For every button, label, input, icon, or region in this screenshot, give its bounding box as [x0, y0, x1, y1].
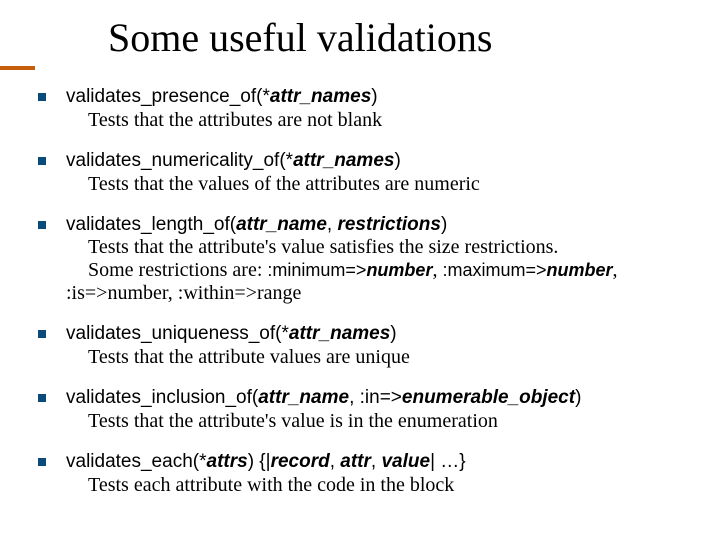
list-item: validates_inclusion_of(attr_name, :in=>e… [38, 387, 700, 433]
fn-name: validates_presence_of [66, 86, 256, 107]
validation-desc: Tests that the attribute's value satisfi… [88, 236, 700, 259]
sep: , [168, 282, 178, 304]
list-item: validates_numericality_of(*attr_names) T… [38, 150, 700, 196]
fn-name: validates_inclusion_of [66, 387, 252, 408]
block-arg: value [381, 451, 430, 472]
bullet-icon [38, 93, 46, 101]
args-close: ) [441, 214, 447, 235]
validation-desc-line2: Some restrictions are: :minimum=>number,… [88, 259, 700, 282]
page-title: Some useful validations [108, 14, 492, 61]
text: Some restrictions are: [88, 259, 267, 281]
args-close: ) [390, 323, 396, 344]
list-item: validates_uniqueness_of(*attr_names) Tes… [38, 323, 700, 369]
args-open: (* [275, 323, 289, 344]
arg: attr_names [289, 323, 390, 344]
validation-desc: Tests that the attribute's value is in t… [88, 410, 700, 433]
value: number [546, 260, 612, 280]
sep: , [432, 259, 442, 281]
keyword: :is=> [66, 282, 107, 304]
arg: restrictions [337, 214, 440, 235]
fn-name: validates_numericality_of [66, 150, 279, 171]
args-open: (* [279, 150, 293, 171]
keyword: :within=> [178, 282, 257, 304]
block-arg: attr [340, 451, 371, 472]
validation-heading: validates_presence_of(*attr_names) [66, 86, 700, 109]
validation-heading: validates_each(*attrs) {|record, attr, v… [66, 451, 700, 474]
validation-desc: Tests that the attribute values are uniq… [88, 346, 700, 369]
validation-desc: Tests each attribute with the code in th… [88, 474, 700, 497]
keyword: :maximum=> [442, 260, 546, 280]
bullet-icon [38, 330, 46, 338]
fn-name: validates_length_of [66, 214, 230, 235]
content-list: validates_presence_of(*attr_names) Tests… [38, 86, 700, 515]
args-close: ) {| [248, 451, 271, 472]
arg: attr_name [236, 214, 327, 235]
keyword: :minimum=> [267, 260, 366, 280]
sep: , [330, 451, 341, 472]
keyword: :in=> [360, 387, 402, 408]
sep: , [349, 387, 360, 408]
list-item: validates_each(*attrs) {|record, attr, v… [38, 451, 700, 497]
bullet-icon [38, 394, 46, 402]
list-item: validates_presence_of(*attr_names) Tests… [38, 86, 700, 132]
arg: attr_name [258, 387, 349, 408]
bullet-icon [38, 157, 46, 165]
args-open: (* [193, 451, 207, 472]
validation-desc-line3: :is=>number, :within=>range [66, 282, 700, 305]
args-close: ) [575, 387, 581, 408]
validation-desc: Tests that the attributes are not blank [88, 109, 700, 132]
arg: attr_names [270, 86, 371, 107]
fn-name: validates_each [66, 451, 193, 472]
arg: attr_names [293, 150, 394, 171]
block-close: | …} [430, 451, 466, 472]
arg: enumerable_object [402, 387, 575, 408]
validation-heading: validates_numericality_of(*attr_names) [66, 150, 700, 173]
sep: , [371, 451, 382, 472]
accent-line [0, 66, 35, 70]
args-open: (* [256, 86, 270, 107]
fn-name: validates_uniqueness_of [66, 323, 275, 344]
arg: attrs [207, 451, 248, 472]
validation-heading: validates_inclusion_of(attr_name, :in=>e… [66, 387, 700, 410]
list-item: validates_length_of(attr_name, restricti… [38, 214, 700, 306]
validation-heading: validates_uniqueness_of(*attr_names) [66, 323, 700, 346]
args-close: ) [394, 150, 400, 171]
sep: , [327, 214, 338, 235]
validation-heading: validates_length_of(attr_name, restricti… [66, 214, 700, 237]
value: number [366, 260, 432, 280]
validation-desc: Tests that the values of the attributes … [88, 173, 700, 196]
sep: , [613, 259, 618, 281]
bullet-icon [38, 221, 46, 229]
value: number [107, 282, 167, 304]
value: range [257, 282, 301, 304]
args-close: ) [371, 86, 377, 107]
block-arg: record [271, 451, 330, 472]
bullet-icon [38, 458, 46, 466]
slide: Some useful validations validates_presen… [0, 0, 720, 540]
